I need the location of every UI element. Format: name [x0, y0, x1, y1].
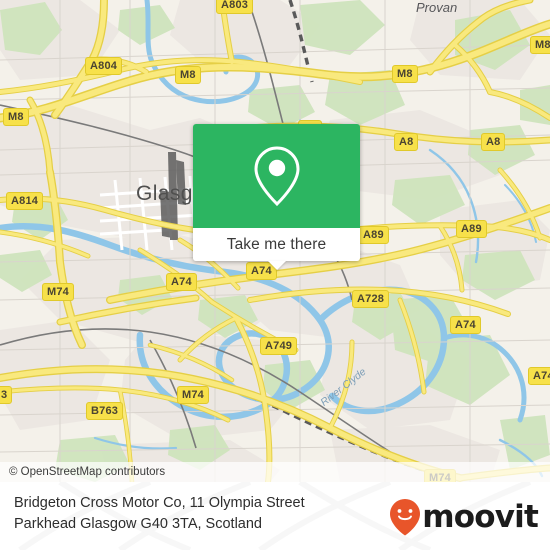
card-action-area[interactable]: Take me there — [193, 228, 360, 270]
road-shield[interactable]: A74 — [166, 273, 197, 291]
road-shield[interactable]: A74 — [450, 316, 481, 334]
road-shield[interactable]: A8 — [394, 133, 419, 151]
address-line-2: Parkhead Glasgow G40 3TA, Scotland — [14, 516, 262, 532]
road-shield[interactable]: 3 — [0, 386, 13, 404]
road-shield[interactable]: B763 — [86, 402, 124, 420]
moovit-logo[interactable]: moovit — [388, 498, 539, 536]
attribution-text: © OpenStreetMap contributors — [9, 466, 166, 478]
address-line-1: Bridgeton Cross Motor Co, 11 Olympia Str… — [14, 495, 305, 511]
road-shield[interactable]: A804 — [85, 57, 123, 75]
road-shield[interactable]: A8 — [481, 133, 506, 151]
road-shield[interactable]: A749 — [260, 337, 298, 355]
map-label-provan: Provan — [416, 0, 458, 15]
road-shield[interactable]: A89 — [456, 220, 487, 238]
road-shield[interactable]: A803 — [216, 0, 254, 14]
map-pin-icon — [253, 146, 300, 207]
road-shield[interactable]: M8 — [530, 36, 550, 54]
road-shield[interactable]: M8 — [175, 66, 201, 84]
road-shield[interactable]: A728 — [352, 290, 390, 308]
road-shield[interactable]: M74 — [177, 386, 209, 404]
road-shield[interactable]: A89 — [358, 226, 389, 244]
take-me-there-card[interactable]: Take me there — [193, 124, 360, 270]
address-block: Bridgeton Cross Motor Co, 11 Olympia Str… — [14, 493, 404, 535]
card-icon-area — [193, 124, 360, 228]
road-shield[interactable]: M8 — [3, 108, 29, 126]
road-shield[interactable]: A814 — [6, 192, 44, 210]
footer-bar: Bridgeton Cross Motor Co, 11 Olympia Str… — [0, 482, 550, 550]
map-screenshot: Glasgow Provan River Clyde A803 M8 A804 … — [0, 0, 550, 550]
moovit-wordmark: moovit — [422, 498, 539, 535]
card-pointer-tail — [267, 261, 286, 270]
road-shield[interactable]: M74 — [42, 283, 74, 301]
map-attribution-bar[interactable]: © OpenStreetMap contributors — [0, 462, 550, 482]
road-shield[interactable]: M8 — [392, 65, 418, 83]
road-shield[interactable]: A74 — [528, 367, 550, 385]
take-me-there-label: Take me there — [226, 235, 327, 253]
moovit-pin-icon — [390, 499, 421, 536]
